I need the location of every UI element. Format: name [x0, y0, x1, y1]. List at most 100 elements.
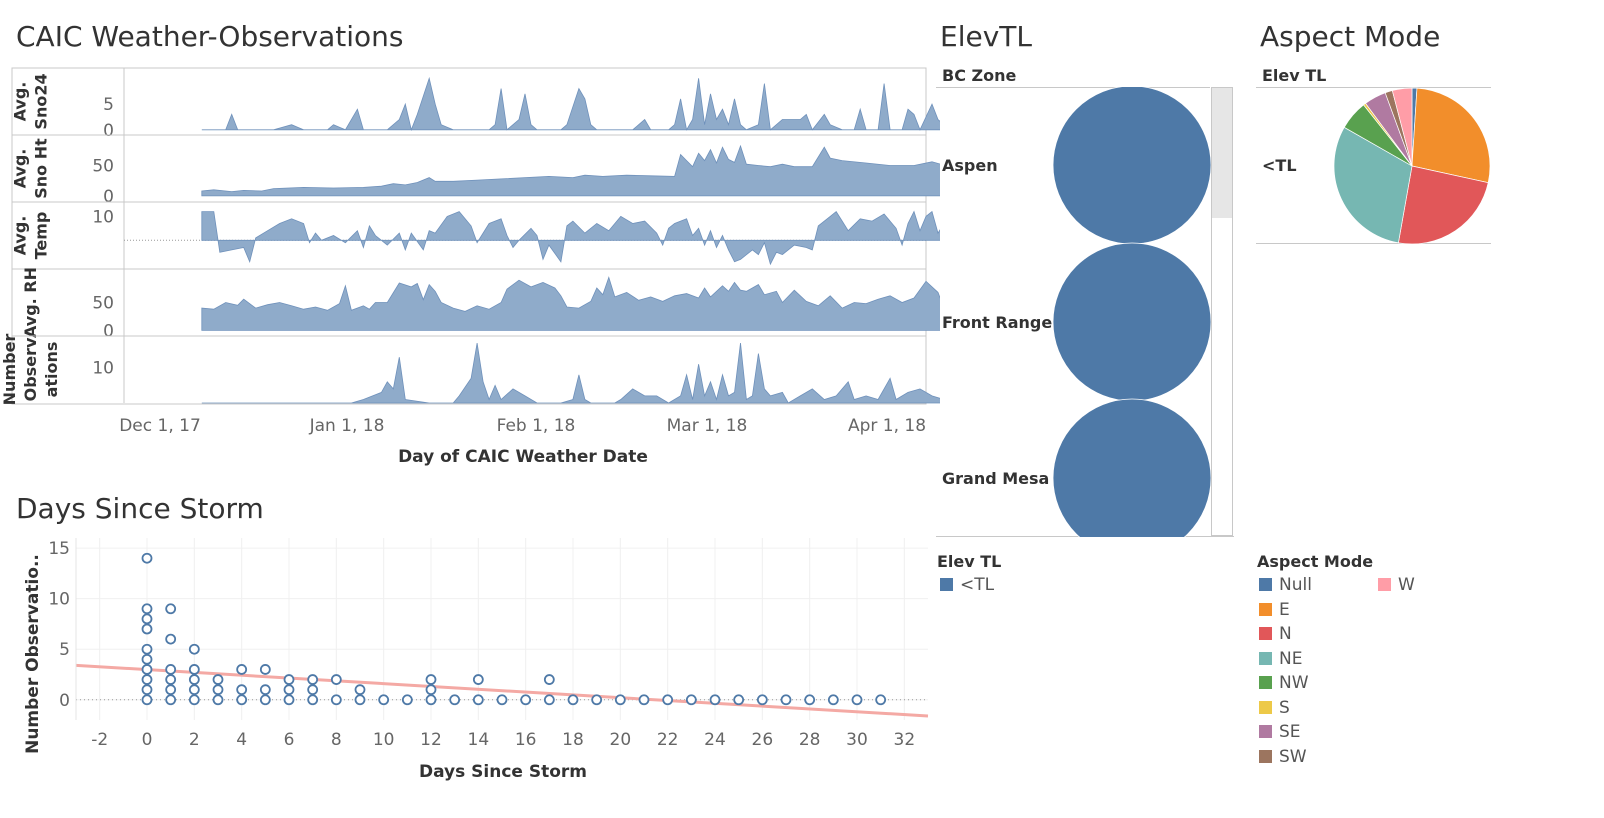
- scatter-point[interactable]: [259, 694, 271, 706]
- weather-row[interactable]: 10 Avg. Temp: [11, 201, 941, 269]
- scatter-point[interactable]: [188, 684, 200, 696]
- aspect-legend-item[interactable]: S: [1259, 698, 1290, 718]
- scatter-point[interactable]: [425, 674, 437, 685]
- legend-swatch: [1259, 578, 1272, 591]
- scatter-point[interactable]: [425, 684, 437, 696]
- scatter-point[interactable]: [354, 684, 366, 696]
- area-series[interactable]: [201, 276, 940, 331]
- aspect-legend-item[interactable]: Null: [1259, 575, 1312, 595]
- scatter-point[interactable]: [212, 684, 224, 696]
- weather-title: CAIC Weather-Observations: [16, 20, 404, 53]
- scatter-point[interactable]: [165, 633, 177, 645]
- scatter-point[interactable]: [614, 694, 626, 706]
- scatter-point[interactable]: [141, 653, 153, 665]
- scatter-point[interactable]: [780, 694, 792, 706]
- scatter-point[interactable]: [283, 694, 295, 706]
- scatter-point[interactable]: [733, 694, 745, 706]
- scatter-point[interactable]: [307, 674, 319, 685]
- elev-scrollbar-thumb[interactable]: [1212, 88, 1232, 218]
- scatter-point[interactable]: [520, 694, 532, 706]
- weather-chart[interactable]: 50Avg. Sno24500Avg. Sno Ht10Avg. Temp500Avg…: [0, 60, 940, 480]
- zone-bubble[interactable]: [1052, 398, 1212, 537]
- scatter-point[interactable]: [401, 694, 413, 706]
- scatter-point[interactable]: [543, 694, 555, 706]
- storm-scatter[interactable]: -2 0 2 4 6 8 10 12 14 16 18 20 22 24 26 28 30 32051015 Da…: [0, 530, 940, 790]
- scatter-point[interactable]: [567, 694, 579, 706]
- scatter-point[interactable]: [283, 684, 295, 696]
- scatter-point[interactable]: [212, 694, 224, 706]
- scatter-point[interactable]: [188, 674, 200, 685]
- scatter-point[interactable]: [141, 694, 153, 706]
- area-series[interactable]: [201, 144, 940, 197]
- scatter-point[interactable]: [188, 694, 200, 706]
- scatter-point[interactable]: [259, 684, 271, 696]
- elev-scrollbar[interactable]: [1211, 87, 1233, 536]
- scatter-point[interactable]: [425, 694, 437, 706]
- scatter-point[interactable]: [851, 694, 863, 706]
- scatter-point[interactable]: [165, 684, 177, 696]
- scatter-point[interactable]: [236, 664, 248, 675]
- elev-legend-item[interactable]: <TL: [940, 575, 994, 595]
- scatter-point[interactable]: [307, 694, 319, 706]
- area-series[interactable]: [201, 76, 940, 132]
- scatter-point[interactable]: [638, 694, 650, 706]
- aspect-pie[interactable]: [1326, 80, 1498, 252]
- zone-bubble[interactable]: [1052, 242, 1212, 402]
- weather-row[interactable]: 5 0 Avg. Sno24: [11, 68, 941, 141]
- scatter-point[interactable]: [236, 684, 248, 696]
- scatter-point[interactable]: [165, 603, 177, 615]
- scatter-point[interactable]: [188, 643, 200, 655]
- scatter-point[interactable]: [141, 603, 153, 615]
- scatter-point[interactable]: [141, 684, 153, 696]
- storm-x-tick: 12: [420, 730, 442, 750]
- scatter-point[interactable]: [449, 694, 461, 706]
- scatter-point[interactable]: [141, 664, 153, 675]
- aspect-legend-item[interactable]: SW: [1259, 747, 1307, 767]
- trend-line[interactable]: [75, 663, 929, 718]
- scatter-point[interactable]: [283, 674, 295, 685]
- scatter-point[interactable]: [472, 674, 484, 685]
- scatter-point[interactable]: [188, 664, 200, 675]
- aspect-legend-item[interactable]: NE: [1259, 649, 1302, 669]
- aspect-legend-item[interactable]: NW: [1259, 673, 1309, 693]
- area-series[interactable]: [201, 343, 940, 404]
- scatter-point[interactable]: [496, 694, 508, 706]
- aspect-legend-item[interactable]: E: [1259, 600, 1290, 620]
- scatter-point[interactable]: [165, 694, 177, 706]
- scatter-point[interactable]: [259, 664, 271, 675]
- aspect-legend-item[interactable]: N: [1259, 624, 1292, 644]
- zone-bubble[interactable]: [1052, 87, 1212, 245]
- scatter-point[interactable]: [165, 664, 177, 675]
- scatter-point[interactable]: [141, 643, 153, 655]
- aspect-legend-item[interactable]: SE: [1259, 722, 1301, 742]
- scatter-point[interactable]: [354, 694, 366, 706]
- elev-bubbles[interactable]: [1040, 87, 1212, 537]
- scatter-point[interactable]: [141, 674, 153, 685]
- scatter-point[interactable]: [141, 552, 153, 564]
- area-series[interactable]: [201, 209, 940, 266]
- scatter-point[interactable]: [330, 694, 342, 706]
- weather-row[interactable]: 10 Number Observ ations: [0, 334, 940, 406]
- scatter-point[interactable]: [827, 694, 839, 706]
- weather-row-label: Avg. RH: [21, 267, 40, 338]
- scatter-point[interactable]: [212, 674, 224, 685]
- scatter-point[interactable]: [543, 674, 555, 685]
- scatter-point[interactable]: [685, 694, 697, 706]
- scatter-point[interactable]: [330, 674, 342, 685]
- scatter-point[interactable]: [756, 694, 768, 706]
- scatter-point[interactable]: [709, 694, 721, 706]
- scatter-point[interactable]: [662, 694, 674, 706]
- weather-row[interactable]: 50 0 Avg. RH: [12, 267, 940, 341]
- scatter-point[interactable]: [875, 694, 887, 706]
- scatter-point[interactable]: [141, 623, 153, 635]
- weather-row[interactable]: 50 0 Avg. Sno Ht: [11, 134, 941, 207]
- aspect-legend-item[interactable]: W: [1378, 575, 1415, 595]
- scatter-point[interactable]: [378, 694, 390, 706]
- scatter-point[interactable]: [307, 684, 319, 696]
- scatter-point[interactable]: [804, 694, 816, 706]
- scatter-point[interactable]: [591, 694, 603, 706]
- scatter-point[interactable]: [141, 613, 153, 625]
- scatter-point[interactable]: [165, 674, 177, 685]
- scatter-point[interactable]: [236, 694, 248, 706]
- scatter-point[interactable]: [472, 694, 484, 706]
